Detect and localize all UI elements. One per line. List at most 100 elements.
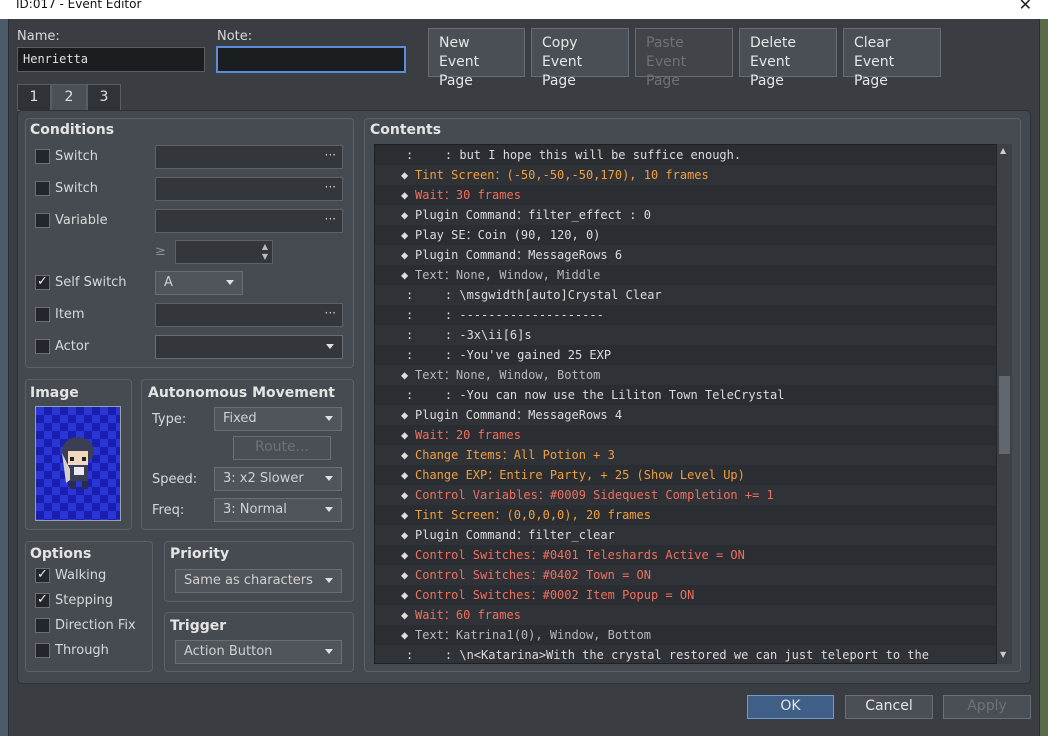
- command-row[interactable]: ◆ Control Switches：#0002 Item Popup = ON: [375, 585, 997, 605]
- variable-field[interactable]: ···: [155, 209, 343, 233]
- trigger-select[interactable]: Action Button: [175, 640, 342, 664]
- command-row[interactable]: ◆ Plugin Command：MessageRows 6: [375, 245, 997, 265]
- chevron-down-icon: [325, 416, 333, 421]
- command-text: Control Switches：#0401 Teleshards Active…: [415, 548, 745, 562]
- tab-page-2[interactable]: 2: [51, 84, 87, 111]
- variable-checkbox[interactable]: [35, 213, 50, 228]
- command-row[interactable]: ◆ Wait：20 frames: [375, 425, 997, 445]
- item-checkbox[interactable]: [35, 307, 50, 322]
- scroll-down-icon[interactable]: ▼: [1000, 650, 1006, 659]
- command-row[interactable]: ◆ Wait：30 frames: [375, 185, 997, 205]
- priority-select[interactable]: Same as characters: [175, 569, 342, 593]
- command-text: Plugin Command：filter_effect : 0: [415, 208, 651, 222]
- event-image-preview[interactable]: [35, 406, 121, 521]
- switch2-field[interactable]: ···: [155, 177, 343, 201]
- command-diamond-icon: ◆: [401, 428, 409, 442]
- command-row[interactable]: : : -You've gained 25 EXP: [375, 345, 997, 365]
- note-input[interactable]: [216, 46, 406, 73]
- direction-fix-checkbox[interactable]: [35, 618, 50, 633]
- background-strip-right: [1040, 19, 1048, 736]
- command-row[interactable]: : : \n<Katarina>With the crystal restore…: [375, 645, 997, 663]
- command-row[interactable]: ◆ Tint Screen：(0,0,0,0), 20 frames: [375, 505, 997, 525]
- scrollbar-thumb[interactable]: [999, 376, 1010, 454]
- actor-select[interactable]: [155, 335, 343, 359]
- command-row[interactable]: : : -You can now use the Liliton Town Te…: [375, 385, 997, 405]
- command-diamond-icon: ◆: [401, 268, 409, 282]
- command-row[interactable]: ◆ Control Variables：#0009 Sidequest Compl…: [375, 485, 997, 505]
- spinner-up-icon[interactable]: ▲: [262, 242, 268, 251]
- movement-speed-label: Speed:: [152, 472, 198, 487]
- command-row[interactable]: ◆ Change EXP：Entire Party, + 25 (Show Lev…: [375, 465, 997, 485]
- command-diamond-icon: ◆: [401, 208, 409, 222]
- contents-scrollbar[interactable]: ▲ ▼: [996, 144, 1012, 664]
- movement-type-select[interactable]: Fixed: [214, 407, 342, 431]
- command-row[interactable]: : : -3x\ii[6]s: [375, 325, 997, 345]
- actor-checkbox[interactable]: [35, 339, 50, 354]
- delete-event-page-button[interactable]: Delete Event Page: [739, 28, 837, 89]
- name-input[interactable]: Henrietta: [17, 47, 205, 72]
- movement-speed-select[interactable]: 3: x2 Slower: [214, 467, 342, 491]
- movement-freq-value: 3: Normal: [223, 502, 287, 517]
- new-button-line2: Event Page: [439, 54, 480, 89]
- command-row[interactable]: ◆ Wait：60 frames: [375, 605, 997, 625]
- command-row[interactable]: : : --------------------: [375, 305, 997, 325]
- contents-title: Contents: [370, 122, 442, 138]
- command-row[interactable]: ◆ Play SE：Coin (90, 120, 0): [375, 225, 997, 245]
- command-text: Text：Katrina1(0), Window, Bottom: [415, 628, 651, 642]
- clear-event-page-button[interactable]: Clear Event Page: [843, 28, 941, 89]
- tab-page-1[interactable]: 1: [17, 84, 51, 111]
- switch1-checkbox[interactable]: [35, 149, 50, 164]
- continuation-mark: :: [406, 648, 414, 662]
- self-switch-select[interactable]: A: [155, 271, 243, 295]
- command-row[interactable]: ◆ Control Switches：#0402 Town = ON: [375, 565, 997, 585]
- switch2-checkbox[interactable]: [35, 181, 50, 196]
- command-text: : but I hope this will be suffice enough…: [416, 148, 742, 162]
- options-title: Options: [30, 546, 92, 562]
- command-row[interactable]: ◆ Plugin Command：filter_clear: [375, 525, 997, 545]
- scroll-up-icon[interactable]: ▲: [1000, 146, 1006, 155]
- command-row[interactable]: ◆ Plugin Command：filter_effect : 0: [375, 205, 997, 225]
- ok-button[interactable]: OK: [747, 695, 834, 719]
- paste-event-page-button[interactable]: Paste Event Page: [635, 28, 733, 89]
- spinner-down-icon[interactable]: ▼: [262, 252, 268, 261]
- through-checkbox[interactable]: [35, 643, 50, 658]
- new-event-page-button[interactable]: New Event Page: [428, 28, 525, 89]
- command-row[interactable]: ◆ Control Switches：#0401 Teleshards Activ…: [375, 545, 997, 565]
- self-switch-checkbox[interactable]: [35, 274, 50, 290]
- command-row[interactable]: ◆ Text：Katrina1(0), Window, Bottom: [375, 625, 997, 645]
- stepping-checkbox[interactable]: [35, 592, 50, 608]
- chevron-down-icon: [325, 578, 333, 583]
- command-row[interactable]: ◆ Text：None, Window, Bottom: [375, 365, 997, 385]
- close-icon[interactable]: ✕: [1019, 0, 1032, 14]
- command-row[interactable]: ◆ Change Items：All Potion + 3: [375, 445, 997, 465]
- variable-value-spinner[interactable]: ▲ ▼: [175, 240, 273, 264]
- command-row[interactable]: ◆ Text：None, Window, Middle: [375, 265, 997, 285]
- route-button[interactable]: Route...: [233, 436, 331, 460]
- self-switch-value: A: [164, 275, 173, 290]
- command-text: Wait：20 frames: [415, 428, 521, 442]
- command-diamond-icon: ◆: [401, 168, 409, 182]
- copy-event-page-button[interactable]: Copy Event Page: [531, 28, 629, 89]
- command-row[interactable]: : : \msgwidth[auto]Crystal Clear: [375, 285, 997, 305]
- command-diamond-icon: ◆: [401, 228, 409, 242]
- tab-page-3[interactable]: 3: [87, 84, 121, 111]
- command-row[interactable]: ◆ Tint Screen：(-50,-50,-50,170), 10 frame…: [375, 165, 997, 185]
- event-command-list[interactable]: : : but I hope this will be suffice enou…: [374, 144, 1012, 664]
- name-label: Name:: [17, 29, 60, 44]
- switch2-label: Switch: [55, 181, 98, 196]
- command-row[interactable]: ◆ Plugin Command：MessageRows 4: [375, 405, 997, 425]
- switch1-field[interactable]: ···: [155, 145, 343, 169]
- autonomous-movement-title: Autonomous Movement: [148, 385, 335, 401]
- command-text: Text：None, Window, Bottom: [415, 368, 601, 382]
- chevron-down-icon: [226, 280, 234, 285]
- apply-button[interactable]: Apply: [943, 695, 1031, 719]
- paste-button-line1: Paste: [646, 35, 684, 51]
- note-label: Note:: [217, 29, 253, 44]
- item-field[interactable]: ···: [155, 303, 343, 327]
- continuation-mark: :: [406, 388, 414, 402]
- command-row[interactable]: : : but I hope this will be suffice enou…: [375, 145, 997, 165]
- command-diamond-icon: ◆: [401, 188, 409, 202]
- movement-freq-select[interactable]: 3: Normal: [214, 498, 342, 522]
- cancel-button[interactable]: Cancel: [845, 695, 933, 719]
- walking-checkbox[interactable]: [35, 567, 50, 583]
